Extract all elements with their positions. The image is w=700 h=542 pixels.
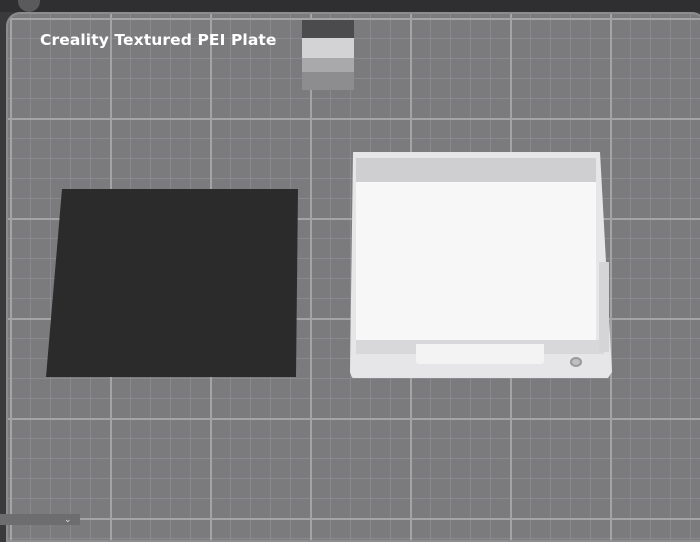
model-white-tray[interactable] [350, 152, 614, 378]
tray-floor [356, 182, 596, 350]
swatch-band [302, 72, 354, 90]
tray-side-tab [599, 262, 609, 352]
swatch-band [302, 20, 354, 38]
tray-front-notch [416, 344, 544, 364]
plate-label: Creality Textured PEI Plate [40, 31, 277, 49]
swatch-band [302, 38, 354, 58]
model-dark-square[interactable] [46, 189, 298, 377]
swatch-band [302, 58, 354, 72]
viewport-top-bar [0, 0, 700, 12]
tray-corner-hole [570, 357, 582, 367]
chevron-down-icon[interactable]: ⌄ [64, 515, 72, 525]
filament-color-swatch[interactable] [302, 20, 354, 90]
